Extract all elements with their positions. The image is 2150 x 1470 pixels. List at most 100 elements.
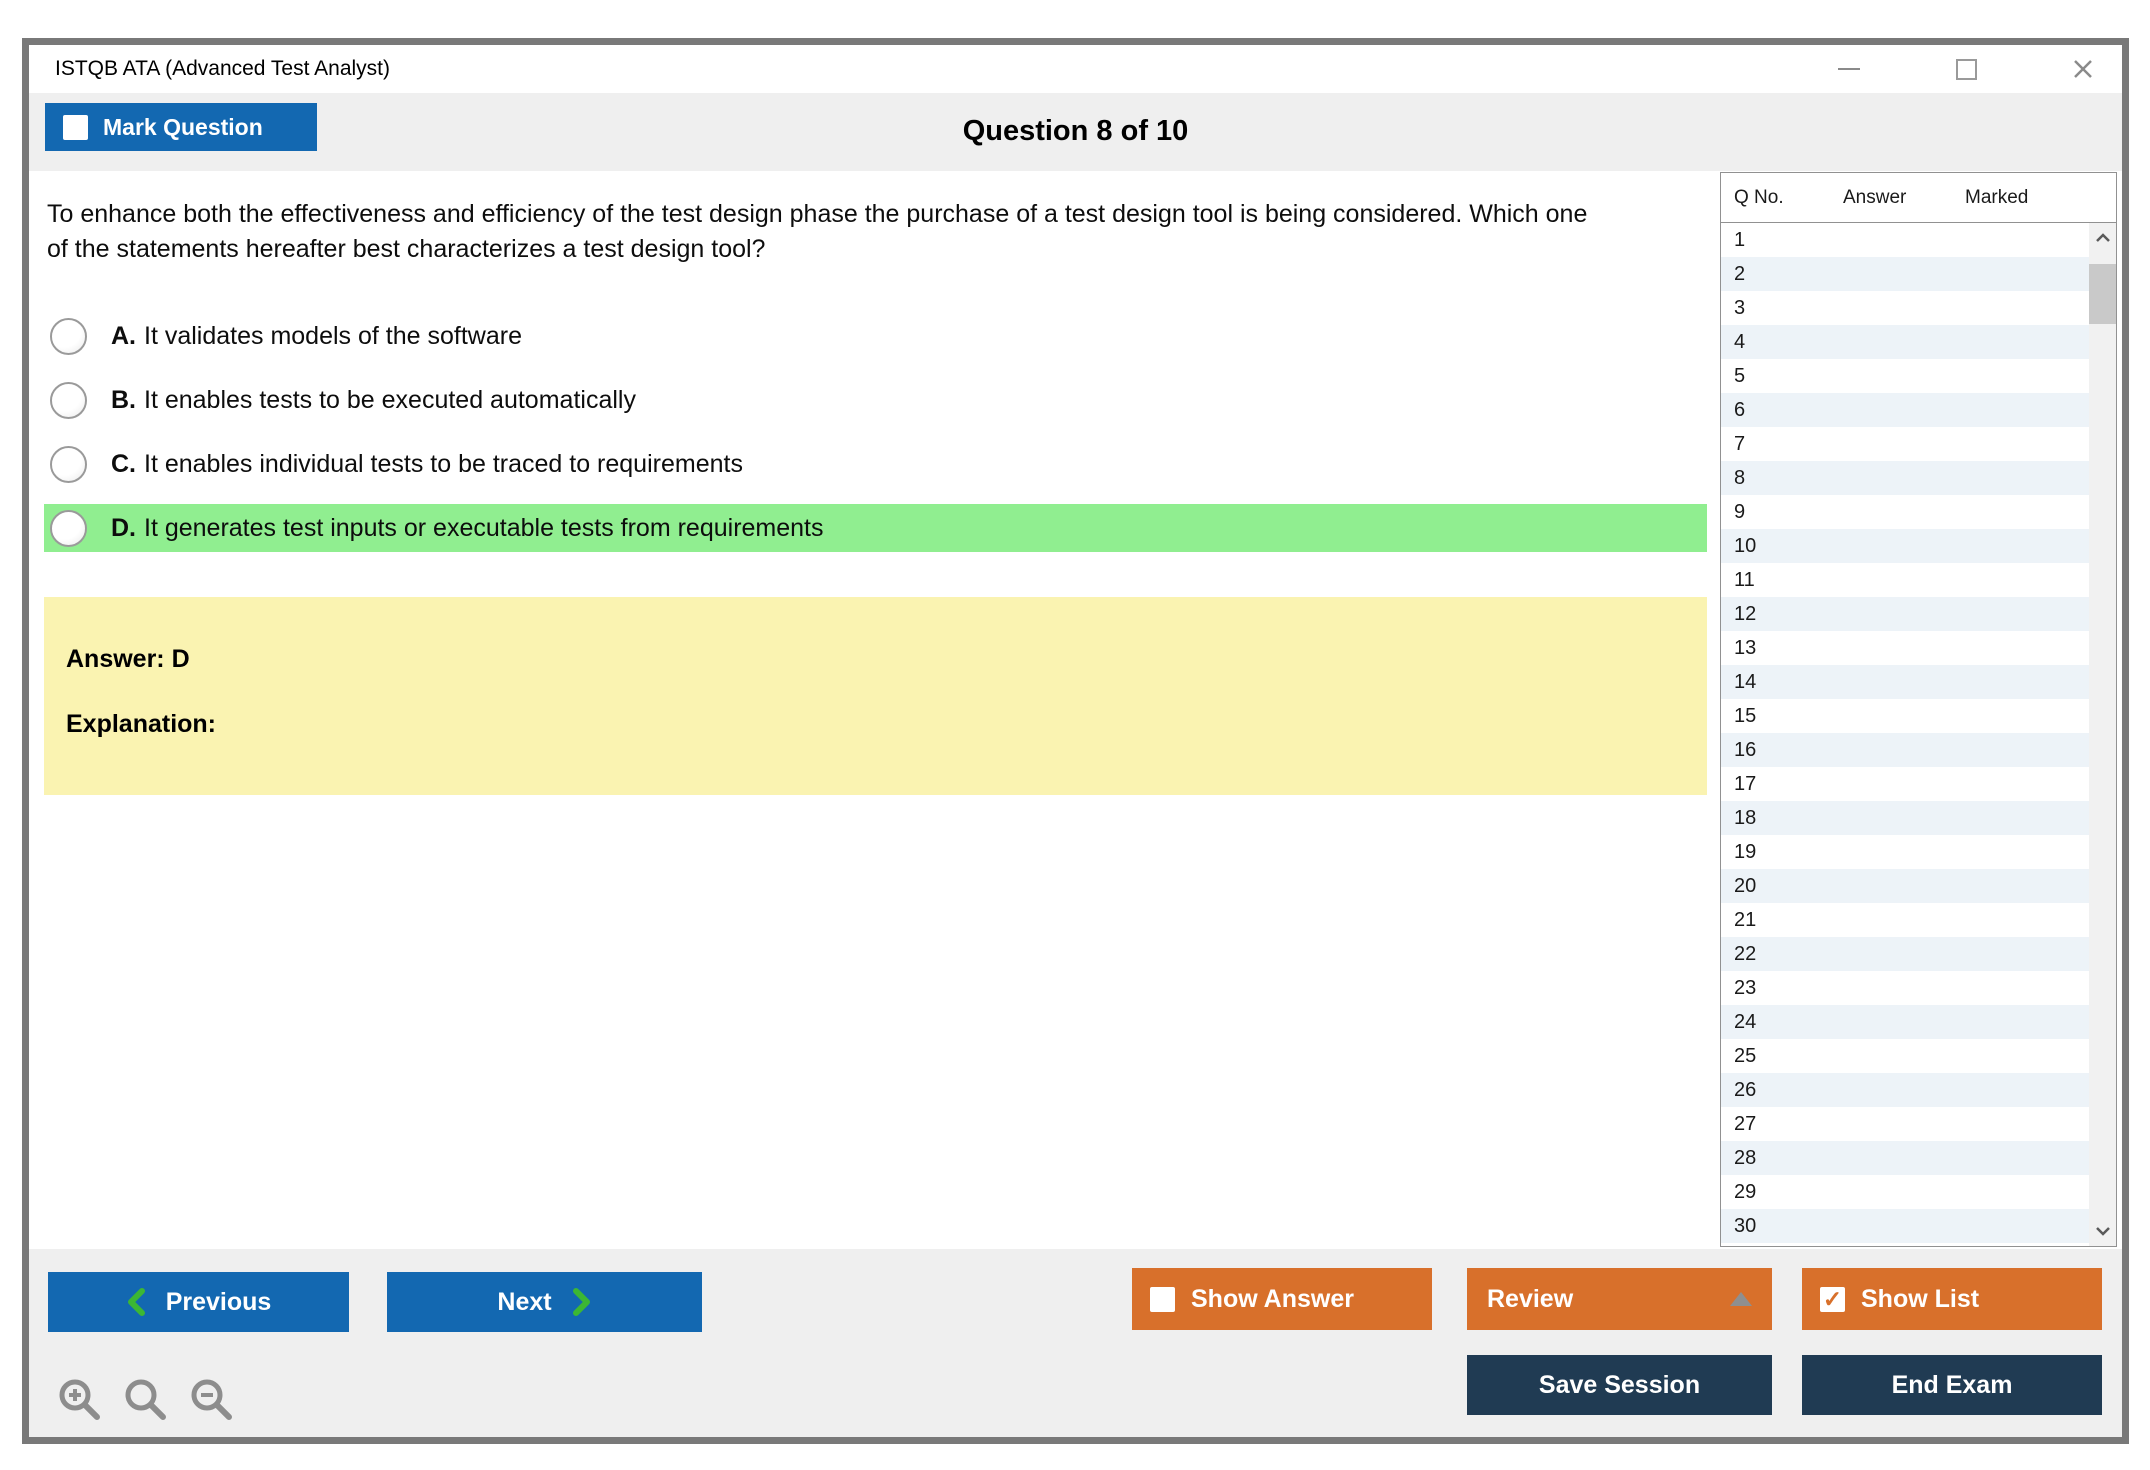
header-band: Mark Question Question 8 of 10	[29, 93, 2122, 171]
radio-button-c[interactable]	[50, 446, 87, 483]
question-list-row[interactable]: 22	[1721, 937, 2089, 971]
answer-label: Answer: D	[66, 645, 190, 674]
question-list-row[interactable]: 16	[1721, 733, 2089, 767]
qrow-answer	[1817, 529, 1939, 563]
scroll-up-button[interactable]	[2089, 223, 2116, 253]
close-icon	[2072, 58, 2094, 80]
zoom-out-icon[interactable]	[189, 1377, 235, 1423]
question-text: To enhance both the effectiveness and ef…	[47, 197, 1592, 267]
chevron-down-icon	[2095, 1226, 2111, 1236]
save-session-button[interactable]: Save Session	[1467, 1355, 1772, 1415]
scrollbar-thumb[interactable]	[2089, 264, 2116, 324]
question-list-row[interactable]: 13	[1721, 631, 2089, 665]
question-list-row[interactable]: 21	[1721, 903, 2089, 937]
maximize-icon	[1956, 59, 1977, 80]
radio-button-a[interactable]	[50, 318, 87, 355]
maximize-button[interactable]	[1949, 52, 1983, 86]
end-exam-label: End Exam	[1892, 1371, 2013, 1400]
question-list-row[interactable]: 17	[1721, 767, 2089, 801]
qrow-answer	[1817, 1175, 1939, 1209]
qrow-marked	[1939, 495, 2059, 529]
option-a-letter: A.	[111, 322, 136, 350]
zoom-reset-icon[interactable]	[123, 1377, 169, 1423]
column-answer: Answer	[1843, 173, 1906, 222]
question-list-row[interactable]: 26	[1721, 1073, 2089, 1107]
qrow-number: 25	[1721, 1039, 1817, 1073]
question-list-row[interactable]: 25	[1721, 1039, 2089, 1073]
radio-button-b[interactable]	[50, 382, 87, 419]
option-row-d[interactable]: D.It generates test inputs or executable…	[44, 504, 1707, 552]
minimize-icon	[1838, 68, 1860, 70]
save-session-label: Save Session	[1539, 1371, 1700, 1400]
question-list-row[interactable]: 1	[1721, 223, 2089, 257]
question-list-row[interactable]: 20	[1721, 869, 2089, 903]
question-list-row[interactable]: 24	[1721, 1005, 2089, 1039]
question-list-row[interactable]: 27	[1721, 1107, 2089, 1141]
question-list-row[interactable]: 11	[1721, 563, 2089, 597]
qrow-number: 13	[1721, 631, 1817, 665]
question-list-row[interactable]: 2	[1721, 257, 2089, 291]
previous-button[interactable]: Previous	[48, 1272, 349, 1332]
question-list-row[interactable]: 9	[1721, 495, 2089, 529]
option-row-c[interactable]: C.It enables individual tests to be trac…	[44, 440, 1707, 488]
qrow-number: 28	[1721, 1141, 1817, 1175]
end-exam-button[interactable]: End Exam	[1802, 1355, 2102, 1415]
question-list-scrollbar[interactable]	[2089, 223, 2116, 1246]
radio-button-d[interactable]	[50, 510, 87, 547]
option-row-a[interactable]: A.It validates models of the software	[44, 312, 1707, 360]
question-list-row[interactable]: 5	[1721, 359, 2089, 393]
qrow-number: 20	[1721, 869, 1817, 903]
question-list-row[interactable]: 29	[1721, 1175, 2089, 1209]
qrow-number: 12	[1721, 597, 1817, 631]
qrow-number: 6	[1721, 393, 1817, 427]
qrow-answer	[1817, 393, 1939, 427]
option-d-text: D.It generates test inputs or executable…	[111, 514, 824, 543]
question-list-row[interactable]: 15	[1721, 699, 2089, 733]
previous-label: Previous	[166, 1288, 272, 1317]
window-controls	[1832, 45, 2100, 93]
qrow-marked	[1939, 1107, 2059, 1141]
qrow-answer	[1817, 427, 1939, 461]
question-list-row[interactable]: 7	[1721, 427, 2089, 461]
qrow-number: 8	[1721, 461, 1817, 495]
question-list-row[interactable]: 4	[1721, 325, 2089, 359]
question-list-row[interactable]: 10	[1721, 529, 2089, 563]
qrow-marked	[1939, 359, 2059, 393]
qrow-marked	[1939, 427, 2059, 461]
question-list-row[interactable]: 23	[1721, 971, 2089, 1005]
qrow-answer	[1817, 291, 1939, 325]
question-list-row[interactable]: 28	[1721, 1141, 2089, 1175]
qrow-answer	[1817, 801, 1939, 835]
show-answer-label: Show Answer	[1191, 1285, 1354, 1314]
next-button[interactable]: Next	[387, 1272, 702, 1332]
question-list-row[interactable]: 18	[1721, 801, 2089, 835]
question-list-row[interactable]: 6	[1721, 393, 2089, 427]
scroll-down-button[interactable]	[2089, 1216, 2116, 1246]
question-list-row[interactable]: 3	[1721, 291, 2089, 325]
chevron-right-icon	[572, 1287, 592, 1317]
show-answer-button[interactable]: Show Answer	[1132, 1268, 1432, 1330]
qrow-marked	[1939, 529, 2059, 563]
qrow-number: 14	[1721, 665, 1817, 699]
close-button[interactable]	[2066, 52, 2100, 86]
show-list-checkbox[interactable]	[1820, 1287, 1845, 1312]
zoom-in-icon[interactable]	[57, 1377, 103, 1423]
question-list-row[interactable]: 30	[1721, 1209, 2089, 1243]
option-row-b[interactable]: B.It enables tests to be executed automa…	[44, 376, 1707, 424]
qrow-number: 11	[1721, 563, 1817, 597]
qrow-answer	[1817, 563, 1939, 597]
question-list-row[interactable]: 8	[1721, 461, 2089, 495]
question-list-row[interactable]: 19	[1721, 835, 2089, 869]
qrow-number: 3	[1721, 291, 1817, 325]
question-list-body: 1234567891011121314151617181920212223242…	[1721, 223, 2089, 1246]
question-list-row[interactable]: 14	[1721, 665, 2089, 699]
show-answer-checkbox[interactable]	[1150, 1287, 1175, 1312]
minimize-button[interactable]	[1832, 52, 1866, 86]
titlebar: ISTQB ATA (Advanced Test Analyst)	[29, 45, 2122, 93]
question-list-row[interactable]: 12	[1721, 597, 2089, 631]
show-list-button[interactable]: Show List	[1802, 1268, 2102, 1330]
chevron-up-icon	[2095, 233, 2111, 243]
review-button[interactable]: Review	[1467, 1268, 1772, 1330]
qrow-answer	[1817, 733, 1939, 767]
qrow-marked	[1939, 325, 2059, 359]
